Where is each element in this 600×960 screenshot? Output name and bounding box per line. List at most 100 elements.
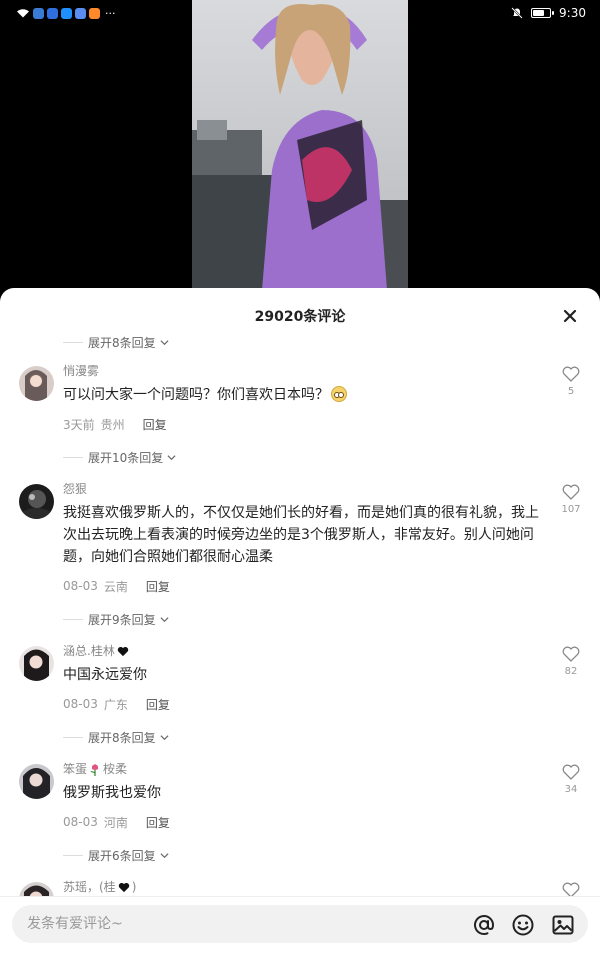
comment-item: 笨蛋 桉柔 俄罗斯我也爱你 08-03 河南 回复 34 xyxy=(0,754,600,838)
expand-replies-button[interactable]: 展开8条回复 xyxy=(88,334,169,351)
comment-meta: 08-03 河南 回复 xyxy=(63,813,540,831)
comment-author[interactable]: 涵总.桂林 xyxy=(63,642,540,660)
avatar[interactable] xyxy=(19,646,54,681)
app-icon xyxy=(33,7,44,19)
comment-location: 贵州 xyxy=(100,417,125,432)
comment-item: 涵总.桂林 中国永远爱你 08-03 广东 回复 82 xyxy=(0,636,600,720)
video-area[interactable] xyxy=(0,0,600,300)
expand-replies-row: 展开8条回复 xyxy=(0,720,600,754)
app-icon xyxy=(89,7,100,19)
chevron-down-icon xyxy=(160,339,169,345)
wifi-icon xyxy=(17,9,29,18)
image-icon[interactable] xyxy=(551,913,575,937)
avatar[interactable] xyxy=(19,484,54,519)
comment-author-suffix: ) xyxy=(131,880,137,894)
expand-replies-button[interactable]: 展开6条回复 xyxy=(88,847,169,864)
app-icon xyxy=(61,7,72,19)
comment-text: 中国永远爱你 xyxy=(63,667,147,683)
comment-meta: 08-03 广东 回复 xyxy=(63,695,540,713)
expand-replies-button[interactable]: 展开10条回复 xyxy=(88,449,176,466)
like-button[interactable]: 34 xyxy=(560,764,582,795)
like-count: 107 xyxy=(561,504,581,515)
heart-icon xyxy=(562,484,580,500)
comment-author[interactable]: 笨蛋 桉柔 xyxy=(63,760,540,778)
tulip-icon xyxy=(90,764,99,776)
comment-text: 俄罗斯我也爱你 xyxy=(63,785,161,801)
comment-input-container[interactable] xyxy=(12,905,588,943)
comments-count-title: 29020条评论 xyxy=(254,309,346,325)
divider xyxy=(63,341,83,343)
comment-location: 广东 xyxy=(103,697,128,712)
status-time: 9:30 xyxy=(559,6,586,20)
comment-author[interactable]: 苏瑶，(桂 ) xyxy=(63,878,540,896)
video-thumbnail[interactable] xyxy=(192,0,408,290)
expand-replies-label: 展开6条回复 xyxy=(88,848,156,863)
comment-meta: 08-03 云南 回复 xyxy=(63,577,540,595)
chevron-down-icon xyxy=(167,454,176,460)
black-heart-icon xyxy=(117,646,129,656)
comment-author-name: 涵总.桂林 xyxy=(63,644,115,658)
like-count: 82 xyxy=(564,666,578,677)
comment-author-suffix: 桉柔 xyxy=(103,762,128,776)
chevron-down-icon xyxy=(160,616,169,622)
comment-text: 我挺喜欢俄罗斯人的，不仅仅是她们长的好看，而是她们真的很有礼貌，我上次出去玩晚上… xyxy=(63,505,539,565)
close-icon[interactable] xyxy=(560,306,580,326)
flushed-emoji-icon xyxy=(331,386,347,402)
status-left: ··· xyxy=(16,7,116,20)
comment-item: 怨狠 我挺喜欢俄罗斯人的，不仅仅是她们长的好看，而是她们真的很有礼貌，我上次出去… xyxy=(0,474,600,602)
comment-item: 悄漫雾 可以问大家一个问题吗？你们喜欢日本吗？ 3天前 贵州 回复 5 xyxy=(0,356,600,440)
divider xyxy=(63,456,83,458)
divider xyxy=(63,854,83,856)
like-count: 34 xyxy=(564,784,578,795)
divider xyxy=(63,618,83,620)
comments-list[interactable]: 展开8条回复 悄漫雾 可以问大家一个问题吗？你们喜欢日本吗？ 3天前 贵州 回复… xyxy=(0,328,600,906)
more-indicator: ··· xyxy=(105,6,116,20)
chevron-down-icon xyxy=(160,852,169,858)
divider xyxy=(63,736,83,738)
expand-replies-label: 展开9条回复 xyxy=(88,612,156,627)
expand-replies-label: 展开8条回复 xyxy=(88,730,156,745)
expand-replies-label: 展开8条回复 xyxy=(88,335,156,350)
app-icon xyxy=(75,7,86,19)
battery-icon xyxy=(531,8,555,18)
expand-replies-button[interactable]: 展开8条回复 xyxy=(88,729,169,746)
comment-meta: 3天前 贵州 回复 xyxy=(63,415,540,433)
expand-replies-row: 展开6条回复 xyxy=(0,838,600,872)
like-button[interactable]: 107 xyxy=(560,484,582,515)
expand-replies-row: 展开10条回复 xyxy=(0,440,600,474)
reply-button[interactable]: 回复 xyxy=(146,696,170,713)
comment-location: 云南 xyxy=(103,579,128,594)
comment-time: 3天前 xyxy=(63,417,95,432)
comments-sheet: 29020条评论 展开8条回复 悄漫雾 可以问大家一个问题吗？你们喜欢日本吗？ … xyxy=(0,288,600,960)
emoji-icon[interactable] xyxy=(511,913,535,937)
like-button[interactable]: 82 xyxy=(560,646,582,677)
comment-time: 08-03 xyxy=(63,815,98,829)
heart-icon xyxy=(562,366,580,382)
comment-time: 08-03 xyxy=(63,697,98,711)
reply-button[interactable]: 回复 xyxy=(146,814,170,831)
expand-replies-row: 展开8条回复 xyxy=(0,328,600,356)
like-button[interactable]: 5 xyxy=(560,366,582,397)
comment-text: 可以问大家一个问题吗？你们喜欢日本吗？ xyxy=(63,384,540,406)
comment-author[interactable]: 怨狠 xyxy=(63,480,540,498)
comment-time: 08-03 xyxy=(63,579,98,593)
avatar[interactable] xyxy=(19,366,54,401)
expand-replies-row: 展开9条回复 xyxy=(0,602,600,636)
expand-replies-label: 展开10条回复 xyxy=(88,450,164,465)
chevron-down-icon xyxy=(160,734,169,740)
comment-author[interactable]: 悄漫雾 xyxy=(63,362,540,380)
avatar[interactable] xyxy=(19,764,54,799)
comment-input[interactable] xyxy=(27,905,457,943)
comment-text-body: 可以问大家一个问题吗？你们喜欢日本吗？ xyxy=(63,387,329,403)
expand-replies-button[interactable]: 展开9条回复 xyxy=(88,611,169,628)
heart-icon xyxy=(562,646,580,662)
comment-author-name: 苏瑶，(桂 xyxy=(63,880,116,894)
reply-button[interactable]: 回复 xyxy=(146,578,170,595)
notifications-muted-icon xyxy=(511,7,523,19)
status-bar: ··· 9:30 xyxy=(0,0,600,26)
reply-button[interactable]: 回复 xyxy=(143,416,167,433)
mention-icon[interactable] xyxy=(472,913,496,937)
like-count: 5 xyxy=(567,386,575,397)
black-heart-icon xyxy=(118,882,129,892)
comment-location: 河南 xyxy=(103,815,128,830)
